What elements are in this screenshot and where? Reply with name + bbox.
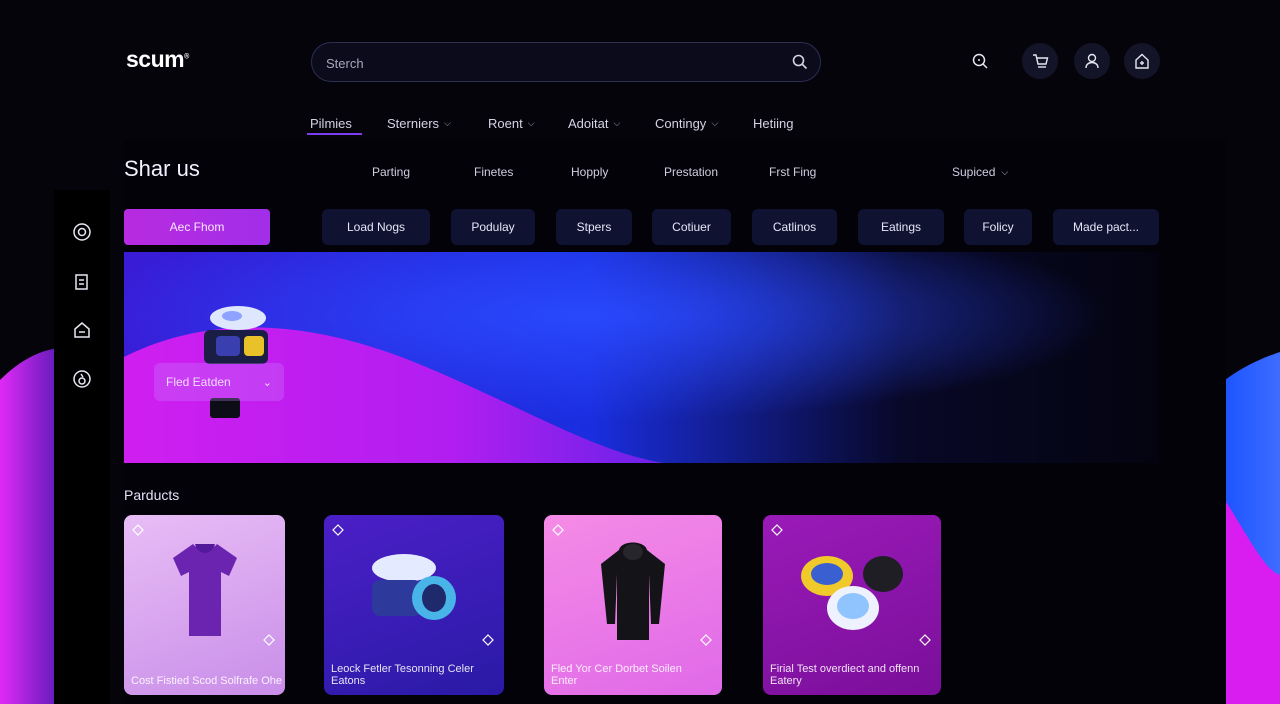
chevron-down-icon: ⌵ [613,117,621,128]
product-caption: Leock Fetler Tesonning Celer Eatons [331,663,474,687]
chevron-down-icon: ⌄ [262,376,272,389]
search-bar[interactable] [311,42,821,82]
subtab-frst-fing[interactable]: Frst Fing [769,165,816,179]
nav-label: Contingy [655,115,707,131]
product-card[interactable]: Fled Yor Cer Dorbet Soilen Enter [544,515,722,695]
sparkle-icon [700,633,712,651]
home-icon[interactable] [1124,43,1160,79]
filter-chip[interactable]: Load Nogs [322,209,430,245]
chevron-down-icon: ⌵ [1001,166,1009,177]
subtab-prestation[interactable]: Prestation [664,165,718,179]
info-icon[interactable] [72,369,92,389]
nav-item-sterniers[interactable]: Sterniers ⌵ [387,110,451,136]
search-icon[interactable] [792,54,808,70]
nav-label: Hetiing [753,115,794,131]
sparkle-icon [263,633,275,651]
product-image-tshirt [124,531,285,651]
filter-chip[interactable]: Stpers [556,209,632,245]
nav-item-hetiing[interactable]: Hetiing [753,110,793,136]
nav-label: Adoitat [568,115,609,131]
nav-item-roent[interactable]: Roent ⌵ [488,110,535,136]
product-image-jars [763,531,941,651]
chevron-down-icon: ⌵ [527,117,535,128]
chevron-down-icon: ⌵ [711,117,719,128]
subtab-parting[interactable]: Parting [372,165,410,179]
user-icon[interactable] [1074,43,1110,79]
subtab-finetes[interactable]: Finetes [474,165,513,179]
filter-chip[interactable]: Folicy [964,209,1032,245]
filter-chip[interactable]: Catlinos [752,209,837,245]
sparkle-icon [919,633,931,651]
filter-chip[interactable]: Eatings [858,209,944,245]
nav-label: Pilmies [310,115,352,131]
document-icon[interactable] [72,272,92,292]
chevron-down-icon: ⌵ [444,117,451,128]
product-card[interactable]: Leock Fetler Tesonning Celer Eatons [324,515,504,695]
hero-banner [124,252,1159,463]
product-image-containers [324,531,504,651]
hero-product-image [204,306,268,418]
product-caption: Cost Fistied Scod Solfrafe Ohe [131,675,283,687]
hero-dropdown[interactable]: Fled Eatden ⌄ [154,363,284,401]
nav-active-indicator [307,133,362,135]
search-input[interactable] [324,52,788,74]
subtab-hopply[interactable]: Hopply [571,165,608,179]
target-icon[interactable] [72,222,92,242]
product-caption: Fled Yor Cer Dorbet Soilen Enter [551,663,682,687]
hero-dropdown-label: Fled Eatden [166,375,231,389]
product-card[interactable]: Cost Fistied Scod Solfrafe Ohe [124,515,285,695]
primary-action-button[interactable]: Aec Fhom [124,209,270,245]
sparkle-icon [482,633,494,651]
sort-label: Supiced [952,165,996,179]
filter-chip[interactable]: Podulay [451,209,535,245]
nav-item-adoitat[interactable]: Adoitat ⌵ [568,110,620,136]
nav-label: Roent [488,115,523,131]
cart-icon[interactable] [1022,43,1058,79]
filter-chip[interactable]: Cotiuer [652,209,731,245]
zoom-icon[interactable] [962,43,998,79]
home-icon[interactable] [72,320,92,340]
sidebar-panel [54,190,110,704]
page-title: Shar us [124,156,200,181]
nav-label: Sterniers [387,115,440,131]
sort-dropdown[interactable]: Supiced ⌵ [952,165,1008,179]
brand-logo[interactable]: scum® [126,46,189,73]
products-heading: Parducts [124,487,180,503]
product-card[interactable]: Firial Test overdiect and offenn Eatery [763,515,941,695]
product-caption: Firial Test overdiect and offenn Eatery [770,663,920,687]
nav-item-contingy[interactable]: Contingy ⌵ [655,110,718,136]
filter-chip[interactable]: Made pact... [1053,209,1159,245]
product-image-hoodie [544,531,722,651]
